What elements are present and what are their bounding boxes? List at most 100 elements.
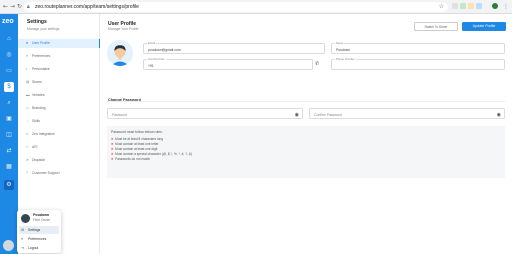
address-bar[interactable]: 🔒︎ zeo.routeplanner.com/app/team/setting… <box>24 2 448 12</box>
eye-icon[interactable]: ◉ <box>497 112 501 118</box>
password-rule: ✕ Must contain at least one letter <box>111 142 159 146</box>
cross-icon: ✕ <box>111 157 114 161</box>
avatar[interactable] <box>107 40 133 66</box>
country-code-label: Country/code <box>147 57 166 61</box>
truck-icon[interactable]: ▣ <box>4 114 14 124</box>
globe-icon[interactable]: ◎ <box>4 50 14 60</box>
password-input[interactable]: Password ◉ <box>107 108 303 119</box>
link-icon: ∞ <box>26 132 29 136</box>
confirm-password-input[interactable]: Confirm Password ◉ <box>309 108 505 119</box>
confirm-password-placeholder: Confirm Password <box>314 112 342 117</box>
rule-text: Must contain at least one digit <box>115 147 158 151</box>
search-icon[interactable]: ⌕ <box>4 98 14 108</box>
sidebar-item-label: Zeo Integration <box>32 132 55 136</box>
avatar[interactable] <box>3 240 14 251</box>
sidebar-item-branding[interactable]: ◇ Branding <box>18 104 100 113</box>
name-field[interactable]: Name Poudown <box>331 41 505 54</box>
user-icon: ● <box>26 41 29 45</box>
email-field[interactable]: Email poudown@gmail.com <box>143 41 325 54</box>
settings-icon[interactable]: ⚙ <box>4 180 14 190</box>
sidebar-item-label: Dispatch <box>32 158 46 162</box>
sidebar-item-personalize[interactable]: ◐ Personalize <box>18 65 100 74</box>
update-profile-button[interactable]: Update Profile <box>462 22 506 31</box>
menu-item-logout[interactable]: ⇥ Logout <box>19 244 59 252</box>
password-rule: ✕ Passwords do not match <box>111 157 150 161</box>
logout-icon: ⇥ <box>21 246 25 250</box>
menu-item-label: Preferences <box>28 237 47 241</box>
main-content: User Profile Manage Your Profile Switch … <box>100 14 512 254</box>
app-logo: zeo <box>2 18 14 25</box>
rule-text: Must contain a special character (@, $, … <box>115 152 192 156</box>
sidebar-title: Settings <box>27 19 47 25</box>
sidebar-item-dispatch[interactable]: ➤ Dispatch <box>18 156 100 165</box>
browser-toolbar: ← → ↻ 🔒︎ zeo.routeplanner.com/app/team/s… <box>0 0 512 14</box>
profile-icon[interactable] <box>492 3 498 9</box>
avatar-illustration <box>107 40 133 66</box>
sidebar-item-label: Customer Support <box>32 171 60 175</box>
sidebar-subtitle: Manage your settings <box>27 27 60 31</box>
rule-text: Must be at least 8 characters long <box>115 137 164 141</box>
sidebar-item-label: Skills <box>32 119 40 123</box>
phone-number-label: Phone Number <box>335 57 356 61</box>
palette-icon: ◐ <box>26 67 29 71</box>
sidebar-item-vehicles[interactable]: ▬ Vehicles <box>18 91 100 100</box>
cross-icon: ✕ <box>111 137 114 141</box>
extension-icon[interactable] <box>460 3 466 9</box>
menu-item-settings[interactable]: ⚙ Settings <box>19 226 59 234</box>
password-rules-box: Password must follow below rules. ✕ Must … <box>107 126 505 178</box>
sidebar-item-skills[interactable]: ☆ Skills <box>18 117 100 126</box>
sidebar-item-preferences[interactable]: ≡ Preferences <box>18 52 100 61</box>
menu-item-label: Settings <box>28 228 41 232</box>
cross-icon: ✕ <box>111 142 114 146</box>
email-value: poudown@gmail.com <box>148 47 181 52</box>
eye-icon[interactable]: ◉ <box>295 112 299 118</box>
folder-icon[interactable]: ▭ <box>4 66 14 76</box>
cross-icon: ✕ <box>111 147 114 151</box>
chart-icon[interactable]: ▦ <box>4 162 14 172</box>
extension-icon[interactable] <box>476 3 482 9</box>
email-label: Email <box>147 41 156 45</box>
sidebar-item-customer-support[interactable]: ? Customer Support <box>18 169 100 178</box>
gear-icon: ⚙ <box>21 228 25 232</box>
url-text: zeo.routeplanner.com/app/team/settings/p… <box>35 4 139 10</box>
profile-role: Fleet Owner <box>33 218 51 222</box>
sidebar-item-stores[interactable]: ▤ Stores <box>18 78 100 87</box>
dollar-icon[interactable]: $ <box>4 82 14 92</box>
code-icon: ‹› <box>26 145 29 149</box>
name-label: Name <box>335 41 345 45</box>
app-rail: zeo ⌂ ◎ ▭ $ ⌕ ▣ ◫ ⇄ ▦ ⚙ <box>0 14 18 254</box>
lock-icon: 🔒︎ <box>27 4 30 10</box>
country-code-field[interactable]: Country/code +91 <box>143 57 313 70</box>
menu-icon[interactable]: ⋮ <box>503 3 509 11</box>
tag-icon: ◇ <box>26 106 29 110</box>
phone-number-field[interactable]: Phone Number <box>331 57 505 70</box>
country-code-value: +91 <box>148 63 154 68</box>
password-rule: ✕ Must contain a special character (@, $,… <box>111 152 192 156</box>
extension-icon[interactable] <box>452 3 458 9</box>
box-icon[interactable]: ◫ <box>4 130 14 140</box>
rule-text: Passwords do not match <box>115 157 151 161</box>
extension-icon[interactable] <box>468 3 474 9</box>
password-rules-title: Password must follow below rules. <box>111 130 163 134</box>
password-rule: ✕ Must be at least 8 characters long <box>111 137 163 141</box>
sidebar-item-label: Stores <box>32 80 42 84</box>
sidebar-item-zeo-integration[interactable]: ∞ Zeo Integration <box>18 130 100 139</box>
sidebar-item-user-profile[interactable]: ● User Profile <box>18 39 100 48</box>
store-icon: ▤ <box>26 80 30 84</box>
star-icon[interactable]: ☆ <box>439 3 444 11</box>
star-icon: ☆ <box>26 119 30 123</box>
page-subtitle: Manage Your Profile <box>108 27 139 31</box>
forward-icon[interactable]: → <box>10 3 15 11</box>
home-icon[interactable]: ⌂ <box>4 34 14 44</box>
reload-icon[interactable]: ↻ <box>17 3 22 11</box>
avatar <box>21 214 30 223</box>
car-icon: ▬ <box>26 93 30 97</box>
sidebar-item-api[interactable]: ‹› API <box>18 143 100 152</box>
menu-item-preferences[interactable]: ≡ Preferences <box>19 235 59 243</box>
profile-menu: Poudown Fleet Owner ⚙ Settings ≡ Preferenc… <box>17 210 61 253</box>
password-rule: ✕ Must contain at least one digit <box>111 147 157 151</box>
switch-to-driver-button[interactable]: Switch To Driver <box>414 22 458 31</box>
route-icon[interactable]: ⇄ <box>4 146 14 156</box>
back-icon[interactable]: ← <box>3 3 8 11</box>
password-placeholder: Password <box>112 112 127 117</box>
